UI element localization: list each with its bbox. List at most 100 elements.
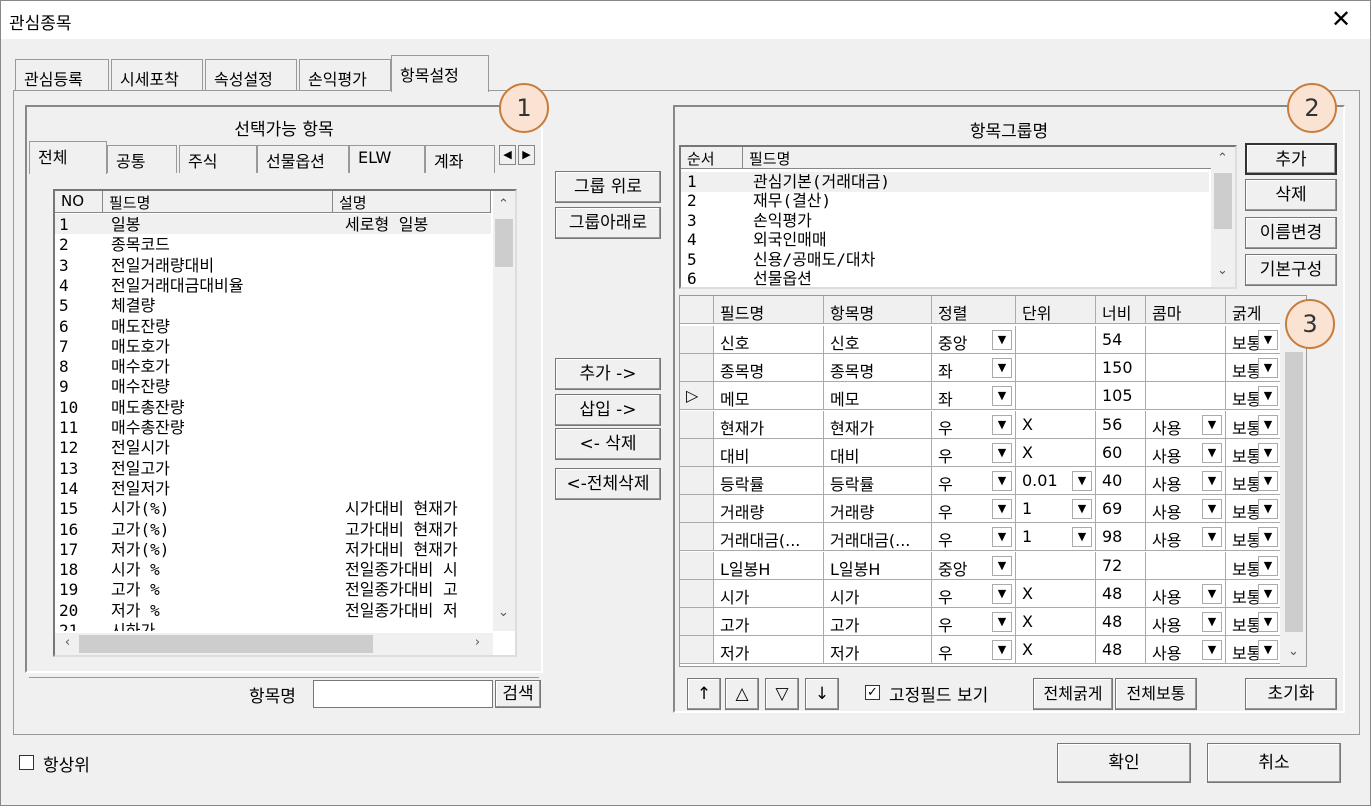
chevron-down-icon[interactable]: ▼ bbox=[992, 330, 1012, 350]
col-description[interactable]: 설명 bbox=[333, 191, 491, 213]
cell-width[interactable]: 48 bbox=[1096, 636, 1146, 665]
grid-vscrollbar[interactable]: ⌄ bbox=[1280, 296, 1306, 666]
tab-scroll-left-icon[interactable]: ◀ bbox=[499, 145, 516, 165]
chevron-down-icon[interactable]: ▼ bbox=[1202, 612, 1222, 632]
subtab-futures-options[interactable]: 선물옵션 bbox=[257, 145, 349, 173]
chevron-down-icon[interactable]: ▼ bbox=[992, 499, 1012, 520]
row-selector[interactable]: ▷ bbox=[680, 382, 714, 411]
list-item[interactable]: 2 재무(결산) bbox=[685, 191, 1213, 211]
cell-comma[interactable] bbox=[1146, 354, 1226, 383]
cell-item-name[interactable]: L일봉H bbox=[824, 551, 932, 580]
insert-item-button[interactable]: 삽입 -> bbox=[555, 394, 661, 426]
cell-unit[interactable] bbox=[1016, 326, 1096, 354]
always-on-top-checkbox[interactable] bbox=[19, 755, 34, 770]
item-name-input[interactable] bbox=[313, 680, 493, 708]
subtab-account[interactable]: 계좌 bbox=[425, 145, 495, 173]
col-no[interactable]: NO bbox=[55, 191, 103, 213]
scroll-up-icon[interactable]: ⌃ bbox=[495, 197, 512, 212]
col-field-name[interactable]: 필드명 bbox=[103, 191, 333, 213]
list-item[interactable]: 16 고가(%) 고가대비 현재가 bbox=[55, 520, 491, 540]
scroll-thumb[interactable] bbox=[1285, 352, 1303, 632]
cell-field[interactable]: 현재가 bbox=[714, 410, 824, 439]
col-align[interactable]: 정렬 bbox=[932, 296, 1016, 324]
cell-width[interactable]: 40 bbox=[1096, 467, 1146, 495]
list-item[interactable]: 18 시가 % 전일종가대비 시 bbox=[55, 560, 491, 580]
chevron-down-icon[interactable]: ▼ bbox=[992, 612, 1012, 632]
move-up-button[interactable]: △ bbox=[725, 678, 759, 710]
ok-button[interactable]: 확인 bbox=[1057, 743, 1191, 783]
cell-unit[interactable]: X bbox=[1016, 438, 1096, 467]
scroll-thumb[interactable] bbox=[495, 219, 513, 267]
cell-width[interactable]: 60 bbox=[1096, 438, 1146, 467]
col-item-name[interactable]: 항목명 bbox=[824, 296, 932, 324]
list-item[interactable]: 6 매도잔량 bbox=[55, 317, 491, 337]
list-item[interactable]: 4 외국인매매 bbox=[685, 230, 1213, 250]
cell-unit[interactable] bbox=[1016, 382, 1096, 411]
group-up-button[interactable]: 그룹 위로 bbox=[555, 171, 661, 203]
chevron-down-icon[interactable]: ▼ bbox=[1258, 471, 1278, 491]
chevron-down-icon[interactable]: ▼ bbox=[1258, 527, 1278, 548]
chevron-down-icon[interactable]: ▼ bbox=[992, 555, 1012, 576]
scroll-left-icon[interactable]: ‹ bbox=[59, 635, 76, 650]
cell-item-name[interactable]: 시가 bbox=[824, 579, 932, 608]
move-top-button[interactable]: ↑ bbox=[687, 678, 721, 710]
chevron-down-icon[interactable]: ▼ bbox=[1258, 612, 1278, 632]
bold-all-button[interactable]: 전체굵게 bbox=[1033, 678, 1113, 710]
scroll-right-icon[interactable]: › bbox=[469, 635, 486, 650]
chevron-down-icon[interactable]: ▼ bbox=[1258, 442, 1278, 463]
cell-field[interactable]: 대비 bbox=[714, 438, 824, 467]
scroll-down-icon[interactable]: ⌄ bbox=[1285, 644, 1302, 659]
scroll-down-icon[interactable]: ⌄ bbox=[1214, 263, 1231, 278]
list-item[interactable]: 5 신용/공매도/대차 bbox=[685, 250, 1213, 270]
chevron-down-icon[interactable]: ▼ bbox=[1258, 583, 1278, 604]
cell-unit[interactable]: X bbox=[1016, 579, 1096, 608]
list-item[interactable]: 7 매도호가 bbox=[55, 337, 491, 357]
chevron-down-icon[interactable]: ▼ bbox=[992, 527, 1012, 548]
row-selector[interactable] bbox=[680, 495, 714, 524]
cell-width[interactable]: 69 bbox=[1096, 495, 1146, 524]
cell-field[interactable]: 거래대금(... bbox=[714, 523, 824, 552]
row-selector[interactable] bbox=[680, 579, 714, 608]
cell-width[interactable]: 54 bbox=[1096, 326, 1146, 354]
reset-button[interactable]: 초기화 bbox=[1245, 678, 1337, 710]
delete-item-button[interactable]: <- 삭제 bbox=[555, 428, 661, 460]
row-selector[interactable] bbox=[680, 354, 714, 383]
cell-item-name[interactable]: 신호 bbox=[824, 326, 932, 354]
scroll-down-icon[interactable]: ⌄ bbox=[495, 605, 512, 620]
list-item[interactable]: 13 전일고가 bbox=[55, 459, 491, 479]
cell-item-name[interactable]: 거래대금(... bbox=[824, 523, 932, 552]
list-item[interactable]: 1 일봉 세로형 일봉 bbox=[55, 215, 491, 235]
chevron-down-icon[interactable]: ▼ bbox=[1258, 555, 1278, 576]
list-item[interactable]: 6 선물옵션 bbox=[685, 269, 1213, 287]
chevron-down-icon[interactable]: ▼ bbox=[992, 358, 1012, 379]
row-selector[interactable] bbox=[680, 551, 714, 580]
col-width[interactable]: 너비 bbox=[1096, 296, 1146, 324]
cell-unit[interactable] bbox=[1016, 551, 1096, 580]
cell-comma[interactable] bbox=[1146, 551, 1226, 580]
subtab-all[interactable]: 전체 bbox=[29, 141, 107, 174]
cell-unit[interactable]: X bbox=[1016, 636, 1096, 665]
list-item[interactable]: 11 매수총잔량 bbox=[55, 418, 491, 438]
cell-field[interactable]: 등락률 bbox=[714, 467, 824, 495]
list-item[interactable]: 3 전일거래량대비 bbox=[55, 256, 491, 276]
tab-item-settings[interactable]: 항목설정 bbox=[391, 55, 489, 92]
list-item[interactable]: 14 전일저가 bbox=[55, 479, 491, 499]
list-item[interactable]: 17 저가(%) 저가대비 현재가 bbox=[55, 540, 491, 560]
cell-width[interactable]: 56 bbox=[1096, 410, 1146, 439]
row-selector[interactable] bbox=[680, 608, 714, 636]
rename-group-button[interactable]: 이름변경 bbox=[1245, 217, 1337, 249]
chevron-down-icon[interactable]: ▼ bbox=[992, 640, 1012, 661]
cell-width[interactable]: 48 bbox=[1096, 579, 1146, 608]
hscroll-thumb[interactable] bbox=[79, 635, 373, 653]
row-selector[interactable] bbox=[680, 326, 714, 354]
chevron-down-icon[interactable]: ▼ bbox=[1258, 386, 1278, 407]
list-item[interactable]: 3 손익평가 bbox=[685, 211, 1213, 231]
row-selector[interactable] bbox=[680, 636, 714, 665]
cell-item-name[interactable]: 대비 bbox=[824, 438, 932, 467]
cell-field[interactable]: 시가 bbox=[714, 579, 824, 608]
add-item-button[interactable]: 추가 -> bbox=[555, 358, 661, 390]
delete-all-button[interactable]: <-전체삭제 bbox=[555, 468, 661, 500]
subtab-stock[interactable]: 주식 bbox=[179, 145, 257, 173]
cell-item-name[interactable]: 종목명 bbox=[824, 354, 932, 383]
group-down-button[interactable]: 그룹아래로 bbox=[555, 207, 661, 239]
